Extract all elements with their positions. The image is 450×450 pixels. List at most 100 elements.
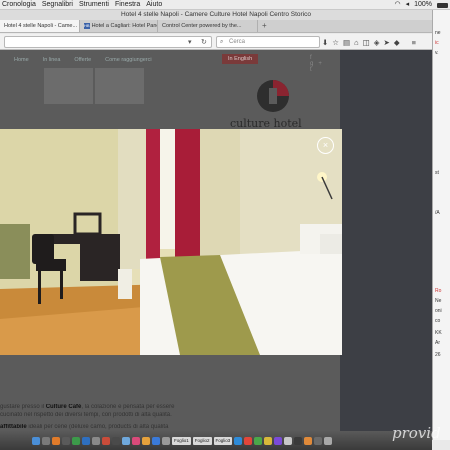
- bg-text: Ro: [435, 288, 442, 294]
- menu-icon[interactable]: ≡: [412, 38, 416, 47]
- tab-label: Hotel a Cagliari: Hotel Pano...: [91, 23, 158, 29]
- home-icon[interactable]: ⌂: [354, 38, 359, 47]
- app-icon[interactable]: [42, 436, 50, 445]
- nav-offers[interactable]: Offerte: [74, 57, 91, 63]
- bg-text: /A: [435, 210, 440, 216]
- dock: Foglio1 Foglio2 Foglio3: [0, 431, 432, 450]
- menu-window[interactable]: Finestra: [115, 0, 140, 10]
- search-input[interactable]: ⌕ Cerca: [216, 36, 320, 48]
- menu-bar: Cronologia Segnalibri Strumenti Finestra…: [0, 0, 450, 10]
- tab-strip: Hotel 4 stelle Napoli - Came... × HB Hot…: [0, 20, 432, 33]
- app-icon[interactable]: [274, 436, 283, 445]
- battery-percent: 100%: [414, 1, 432, 8]
- tab-label: Control Center powered by the...: [162, 23, 242, 29]
- tab-control-center[interactable]: Control Center powered by the...: [158, 20, 258, 32]
- menu-tools[interactable]: Strumenti: [79, 0, 109, 10]
- room-thumbnails[interactable]: [44, 68, 144, 104]
- app-icon[interactable]: [142, 436, 150, 445]
- app-icon[interactable]: [314, 436, 323, 445]
- watermark: provid: [392, 424, 441, 442]
- send-icon[interactable]: ➤: [384, 38, 390, 47]
- dock-document[interactable]: Foglio1: [172, 436, 191, 445]
- bg-text: Ne: [435, 298, 442, 304]
- app-icon[interactable]: [102, 436, 110, 445]
- app-icon[interactable]: [132, 436, 140, 445]
- app-icon[interactable]: [92, 436, 100, 445]
- hotel-logo: [257, 80, 289, 112]
- bg-text: KK: [435, 330, 442, 336]
- app-icon[interactable]: [254, 436, 263, 445]
- battery-icon[interactable]: [437, 2, 448, 8]
- app-icon[interactable]: [62, 436, 70, 445]
- text-part: gustare presso il: [0, 404, 46, 410]
- reload-icon[interactable]: ↻: [201, 37, 207, 48]
- app-icon[interactable]: [52, 436, 60, 445]
- search-icon: ⌕: [220, 39, 224, 45]
- bg-text: oni: [435, 308, 442, 314]
- dock-document[interactable]: Foglio3: [213, 436, 233, 445]
- download-icon[interactable]: ⬇: [322, 38, 328, 47]
- finder-icon[interactable]: [32, 436, 40, 445]
- tab-label: Hotel 4 stelle Napoli - Came...: [4, 23, 78, 29]
- thumbnail-image[interactable]: [95, 68, 144, 104]
- bg-text: st: [435, 170, 439, 176]
- bg-text: v.: [435, 50, 439, 56]
- pocket-icon[interactable]: ◫: [363, 38, 370, 47]
- dropdown-icon[interactable]: ▾: [188, 37, 192, 48]
- nav-online[interactable]: In linea: [43, 57, 61, 63]
- thumbnail-image[interactable]: [44, 68, 93, 104]
- text-part: nel rispetto dei diversi tempi, con prod…: [24, 412, 172, 418]
- wifi-icon[interactable]: ◠: [394, 0, 400, 10]
- body-text-line: cucinato nel rispetto dei diversi tempi,…: [0, 412, 340, 418]
- body-text-line: gustare presso il Culture Café, la colaz…: [0, 404, 340, 410]
- app-icon[interactable]: [122, 436, 130, 445]
- app-icon[interactable]: [162, 436, 170, 445]
- bg-text: ne: [435, 30, 441, 36]
- text-bold: Culture Café: [45, 404, 82, 410]
- background-window: ne ic v. st /A Ro Ne oni co KK Ar 26: [432, 10, 450, 440]
- menu-history[interactable]: Cronologia: [2, 0, 36, 10]
- bg-text: co: [435, 318, 441, 324]
- app-icon[interactable]: [244, 436, 253, 445]
- tab-hotel-cagliari[interactable]: HB Hotel a Cagliari: Hotel Pano...: [80, 20, 158, 32]
- dock-document[interactable]: Foglio2: [192, 436, 212, 445]
- new-tab-button[interactable]: +: [258, 20, 271, 32]
- trash-icon[interactable]: [324, 436, 333, 445]
- app-icon[interactable]: [82, 436, 90, 445]
- navigation-bar: ▾ ↻ ⌕ Cerca ⬇ ☆ ▤ ⌂ ◫ ◈ ➤ ◆ ≡: [0, 34, 432, 50]
- hotel-room-photo: [0, 129, 342, 355]
- app-icon[interactable]: [112, 436, 120, 445]
- menu-help[interactable]: Aiuto: [146, 0, 162, 10]
- menu-bookmarks[interactable]: Segnalibri: [42, 0, 73, 10]
- bookmark-star-icon[interactable]: ☆: [332, 38, 339, 47]
- app-icon[interactable]: [304, 436, 313, 445]
- app-icon[interactable]: [152, 436, 160, 445]
- app-icon[interactable]: [264, 436, 273, 445]
- bg-text: 26: [435, 352, 441, 358]
- extension-icon[interactable]: ◆: [394, 38, 400, 47]
- url-bar[interactable]: ▾ ↻: [4, 36, 212, 48]
- social-icons[interactable]: f g+ t: [310, 55, 340, 73]
- nav-home[interactable]: Home: [14, 57, 29, 63]
- app-icon[interactable]: [294, 436, 303, 445]
- app-icon[interactable]: [284, 436, 293, 445]
- reading-list-icon[interactable]: ▤: [343, 38, 350, 47]
- text-part: , la colazione e pensata per essere: [81, 404, 175, 410]
- page-sidebar: [340, 50, 432, 431]
- shield-icon[interactable]: ◈: [374, 38, 380, 47]
- bg-text: Ar: [435, 340, 440, 346]
- lightbox-image[interactable]: [0, 129, 342, 355]
- window-title: Hotel 4 stelle Napoli - Camere Culture H…: [0, 10, 432, 20]
- close-icon[interactable]: ×: [317, 137, 334, 154]
- nav-directions[interactable]: Come raggiungerci: [105, 57, 151, 63]
- text-part: ideali per cene (deluxe camo, products d…: [26, 424, 169, 430]
- language-button[interactable]: In English: [222, 54, 259, 64]
- app-icon[interactable]: [72, 436, 80, 445]
- search-placeholder: Cerca: [229, 39, 246, 45]
- volume-icon[interactable]: ◂: [406, 0, 410, 10]
- text-bold: affittabile: [0, 424, 27, 430]
- bg-text: ic: [435, 40, 439, 46]
- app-icon[interactable]: [234, 436, 243, 445]
- body-text-line: affittabile ideali per cene (deluxe camo…: [0, 424, 340, 430]
- tab-hotel-napoli[interactable]: Hotel 4 stelle Napoli - Came... ×: [0, 20, 80, 32]
